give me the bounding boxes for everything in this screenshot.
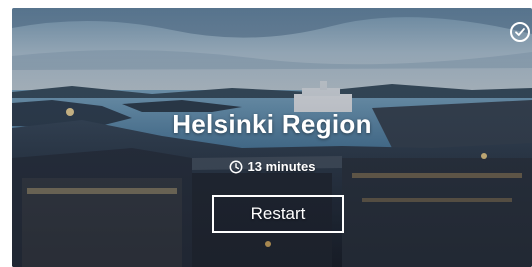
tour-duration: 13 minutes [12, 159, 532, 174]
check-circle-icon[interactable] [510, 22, 530, 42]
tour-title: Helsinki Region [172, 109, 372, 139]
restart-button[interactable]: Restart [212, 195, 344, 233]
tour-card[interactable]: Helsinki Region 13 minutes Restart [12, 8, 532, 267]
clock-icon [229, 160, 242, 173]
duration-label: 13 minutes [247, 159, 316, 174]
